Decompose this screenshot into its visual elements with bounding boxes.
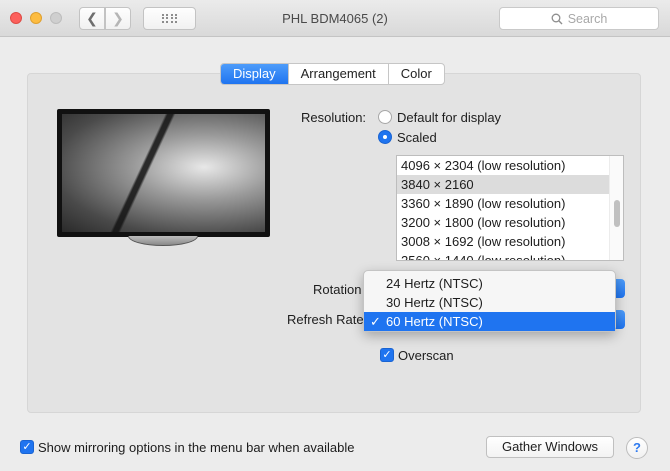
refresh-rate-menu[interactable]: 24 Hertz (NTSC) 30 Hertz (NTSC) ✓ 60 Her… bbox=[363, 270, 616, 332]
radio-scaled[interactable] bbox=[378, 130, 392, 144]
default-for-display-label: Default for display bbox=[397, 110, 502, 125]
mirroring-options-checkbox[interactable]: ✓ bbox=[20, 440, 34, 454]
refresh-rate-label: Refresh Rate bbox=[287, 312, 364, 327]
overscan-label: Overscan bbox=[398, 348, 454, 363]
scrollbar-thumb[interactable] bbox=[614, 200, 620, 227]
refresh-rate-option-60-label: 60 Hertz (NTSC) bbox=[386, 314, 483, 329]
resolution-option[interactable]: 3008 × 1692 (low resolution) bbox=[397, 232, 623, 251]
checkmark-icon: ✓ bbox=[22, 441, 32, 453]
rotation-label: Rotation bbox=[313, 282, 362, 297]
overscan-checkbox[interactable]: ✓ bbox=[380, 348, 394, 362]
refresh-rate-option-24[interactable]: 24 Hertz (NTSC) bbox=[364, 274, 615, 293]
resolution-option[interactable]: 3200 × 1800 (low resolution) bbox=[397, 213, 623, 232]
checkmark-icon: ✓ bbox=[382, 349, 392, 361]
mirroring-options-label: Show mirroring options in the menu bar w… bbox=[38, 440, 355, 455]
radio-default-for-display[interactable] bbox=[378, 110, 392, 124]
search-field[interactable]: Search bbox=[499, 7, 659, 30]
display-preferences-window: ❮ ❯ PHL BDM4065 (2) Search Display Arran… bbox=[0, 0, 670, 471]
tab-display[interactable]: Display bbox=[221, 64, 288, 84]
resolution-label: Resolution: bbox=[301, 110, 367, 125]
refresh-rate-option-30[interactable]: 30 Hertz (NTSC) bbox=[364, 293, 615, 312]
tab-color[interactable]: Color bbox=[387, 64, 444, 84]
resolution-option-selected[interactable]: 3840 × 2160 bbox=[397, 175, 623, 194]
desktop-wallpaper-preview bbox=[62, 114, 265, 232]
resolution-list[interactable]: 4096 × 2304 (low resolution) 3840 × 2160… bbox=[396, 155, 624, 261]
resolution-option[interactable]: 4096 × 2304 (low resolution) bbox=[397, 156, 623, 175]
search-icon bbox=[551, 13, 563, 24]
gather-windows-button[interactable]: Gather Windows bbox=[486, 436, 614, 458]
monitor-preview-image bbox=[57, 109, 270, 237]
checkmark-icon: ✓ bbox=[370, 314, 381, 329]
resolution-option[interactable]: 2560 × 1440 (low resolution) bbox=[397, 251, 623, 260]
title-bar: ❮ ❯ PHL BDM4065 (2) Search bbox=[0, 0, 670, 37]
resolution-list-scrollbar[interactable] bbox=[609, 156, 623, 260]
tab-bar: Display Arrangement Color bbox=[220, 63, 445, 85]
resolution-option[interactable]: 3360 × 1890 (low resolution) bbox=[397, 194, 623, 213]
refresh-rate-option-60[interactable]: ✓ 60 Hertz (NTSC) bbox=[364, 312, 615, 331]
search-placeholder: Search bbox=[567, 11, 608, 26]
tab-arrangement[interactable]: Arrangement bbox=[287, 64, 388, 84]
help-button[interactable]: ? bbox=[626, 437, 648, 459]
scaled-label: Scaled bbox=[397, 130, 437, 145]
